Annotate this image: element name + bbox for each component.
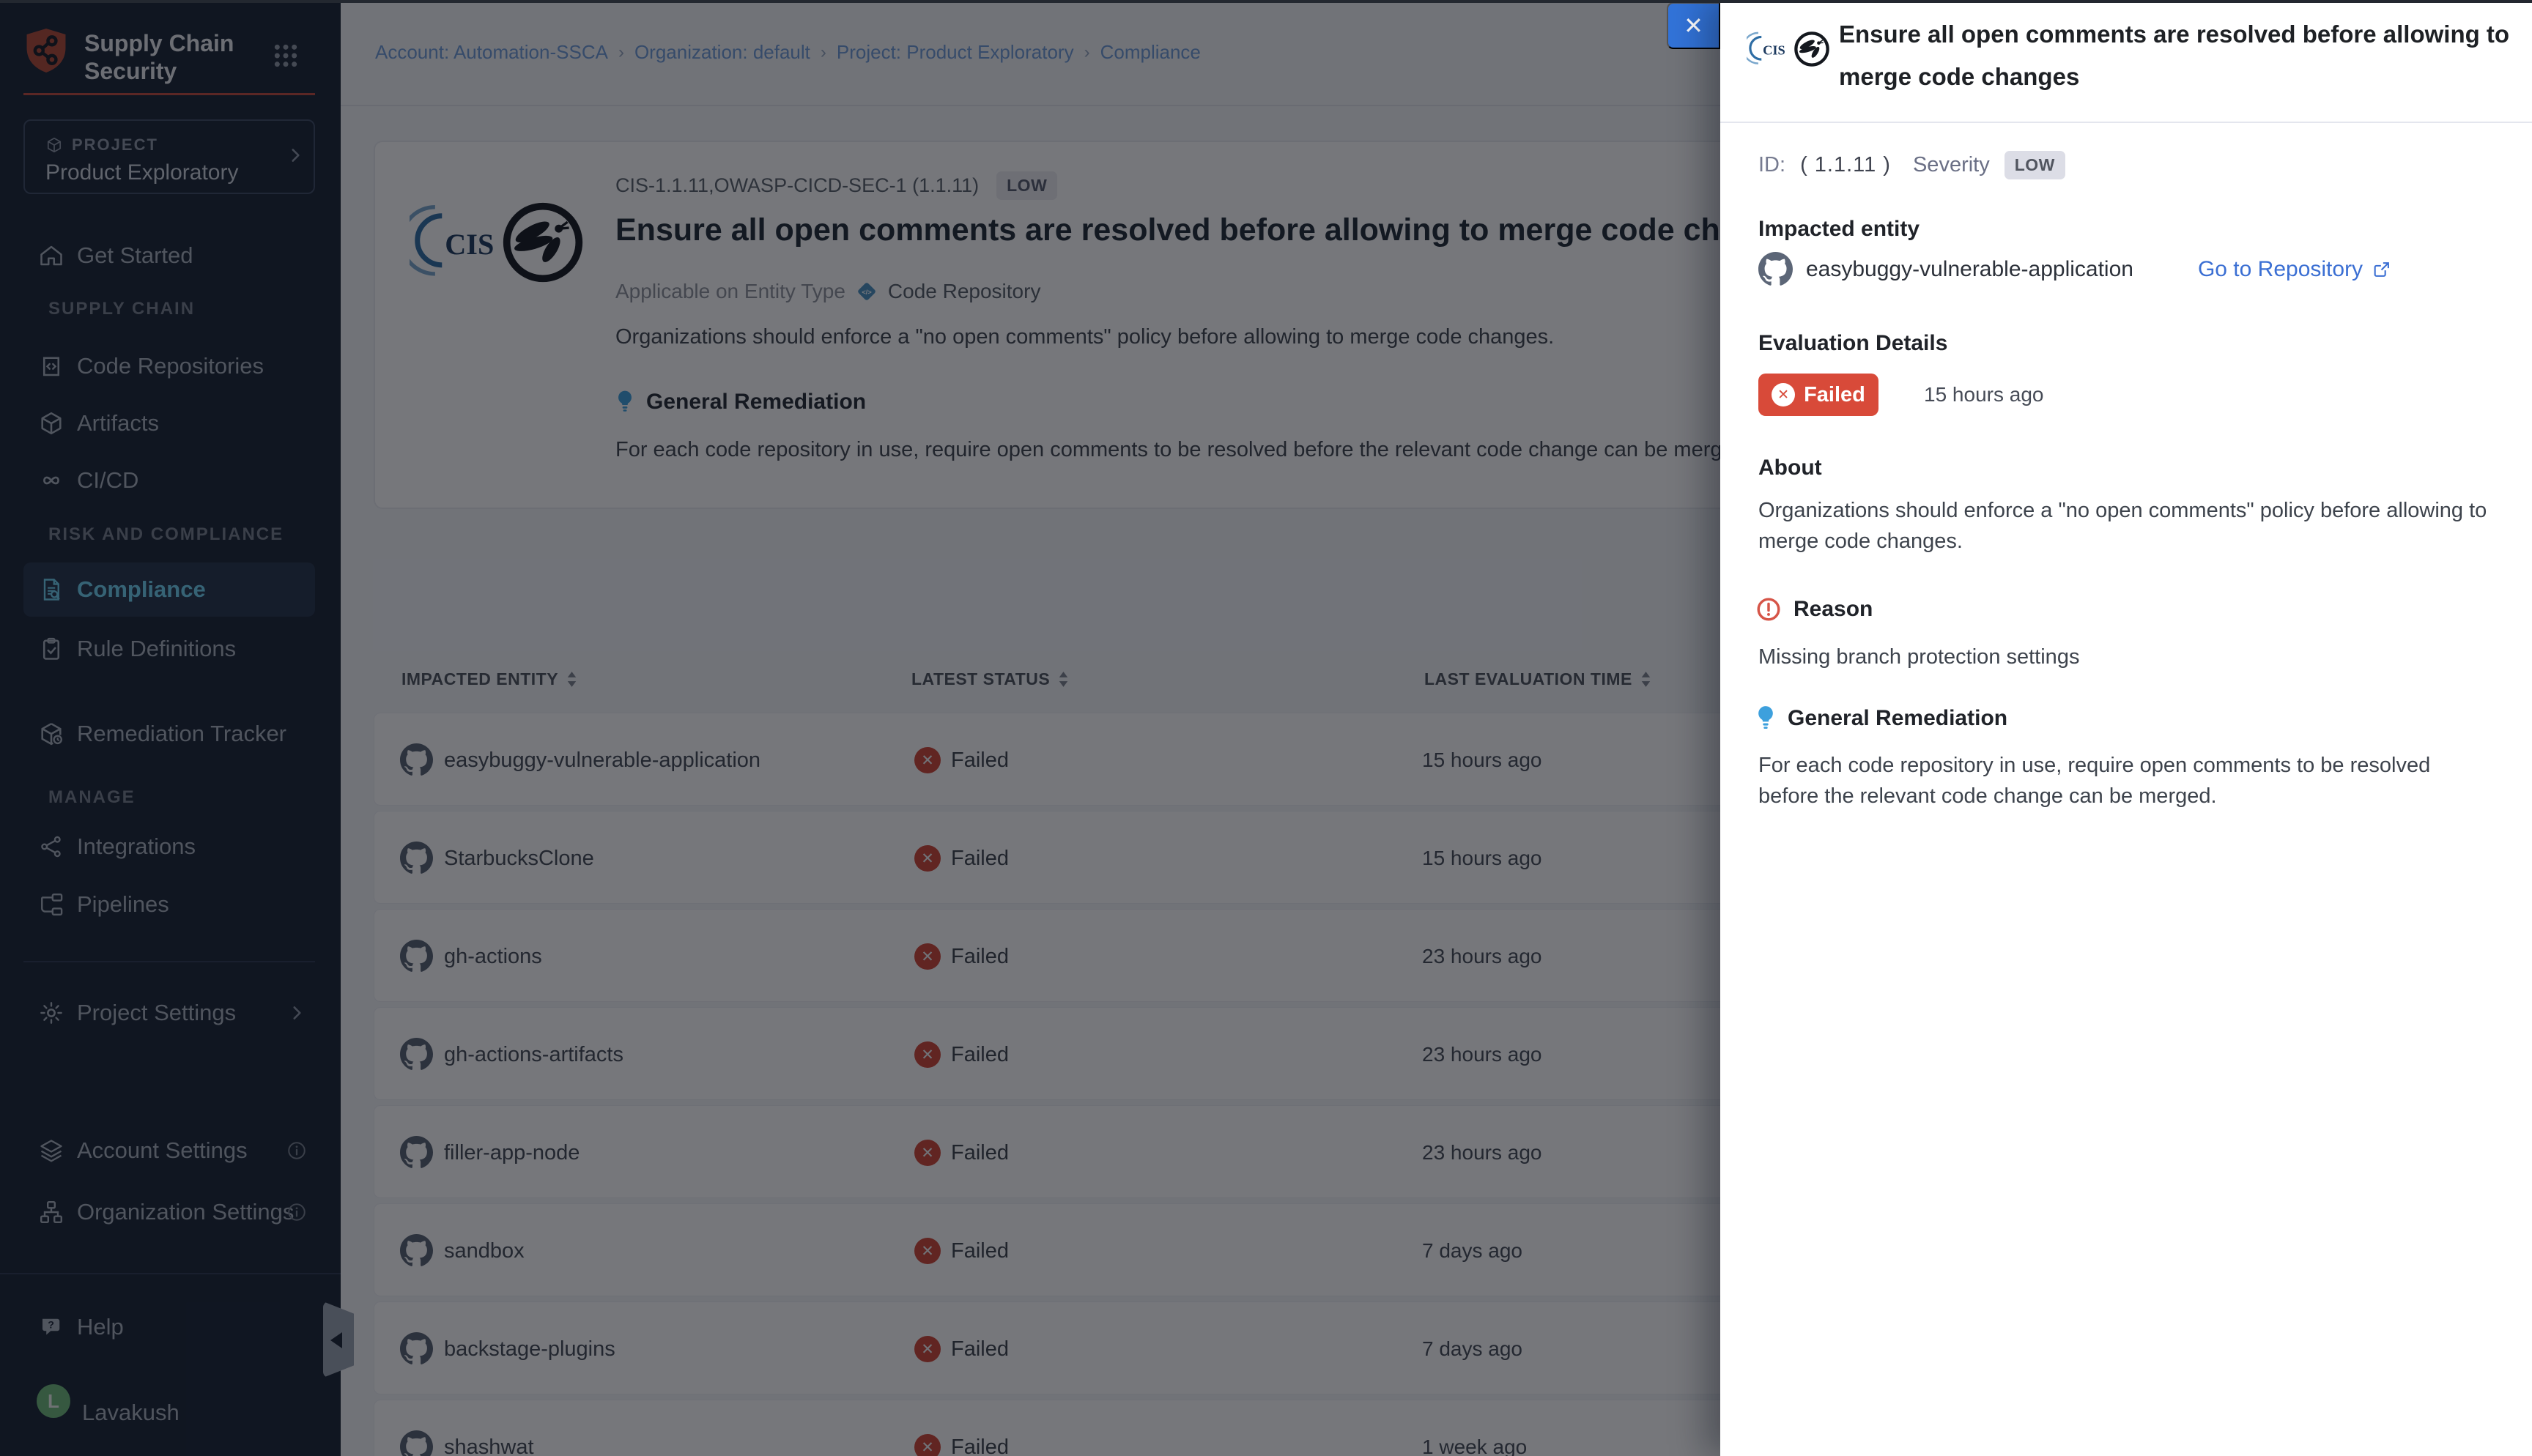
drawer-header: Ensure all open comments are resolved be… [1720,0,2532,123]
status-label: Failed [1804,383,1865,407]
remediation-heading-row: General Remediation [1755,705,2007,732]
external-link-icon [2372,259,2392,280]
evaluation-details-heading: Evaluation Details [1758,331,1947,356]
go-to-repository-link[interactable]: Go to Repository [2198,257,2392,282]
about-heading: About [1758,456,1822,480]
rule-id-row: ID: ( 1.1.11 ) Severity LOW [1758,151,2065,179]
alert-circle-icon [1755,596,1782,623]
cis-logo-icon [1747,31,1786,67]
remediation-text: For each code repository in use, require… [1758,750,2491,811]
rule-detail-drawer: Ensure all open comments are resolved be… [1720,0,2532,1456]
reason-text: Missing branch protection settings [1758,642,2491,672]
severity-label: Severity [1913,153,1990,177]
link-label: Go to Repository [2198,257,2363,282]
remediation-heading: General Remediation [1788,706,2007,731]
impacted-entity-heading: Impacted entity [1758,217,1920,242]
impacted-entity-row: easybuggy-vulnerable-application Go to R… [1758,252,2392,286]
severity-badge: LOW [2004,151,2065,179]
drawer-close-button[interactable]: ✕ [1667,2,1720,49]
modal-overlay[interactable] [0,0,1720,1456]
id-label: ID: [1758,153,1785,177]
app-window: Supply Chain Security PROJECT Product Ex… [0,0,2532,1456]
lightbulb-icon [1755,705,1776,732]
close-icon: ✕ [1684,12,1703,40]
reason-heading-row: Reason [1755,596,1873,623]
evaluation-status-row: ✕ Failed 15 hours ago [1758,374,2043,416]
owasp-logo-icon [1793,31,1830,67]
window-top-edge [0,0,2532,3]
drawer-title: Ensure all open comments are resolved be… [1839,13,2528,98]
entity-name: easybuggy-vulnerable-application [1806,257,2133,282]
reason-heading: Reason [1793,597,1873,622]
about-text: Organizations should enforce a "no open … [1758,495,2491,557]
circle-x-icon: ✕ [1772,383,1795,406]
github-icon [1758,252,1793,286]
failed-status-badge: ✕ Failed [1758,374,1878,416]
id-value: ( 1.1.11 ) [1800,153,1891,177]
status-time: 15 hours ago [1924,383,2043,406]
